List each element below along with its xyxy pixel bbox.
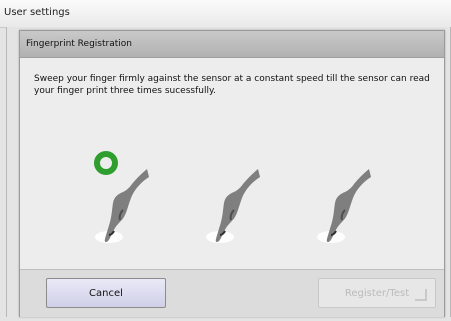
instruction-text: Sweep your finger firmly against the sen… [34, 74, 430, 96]
register-test-button: Register/Test [318, 278, 436, 308]
dialog-header: Fingerprint Registration [20, 31, 444, 58]
dialog-footer: Cancel Register/Test [20, 269, 444, 317]
window-title: User settings [4, 7, 70, 18]
cancel-button[interactable]: Cancel [46, 278, 166, 308]
fingerprint-dialog: Fingerprint Registration Sweep your fing… [19, 30, 445, 317]
scan-step-2 [192, 149, 272, 264]
finger-swipe-icon [317, 169, 371, 243]
dialog-title: Fingerprint Registration [26, 39, 132, 49]
scan-step-1 [81, 149, 161, 264]
check-circle-icon [94, 151, 118, 175]
scan-step-3 [303, 149, 383, 264]
finger-swipe-icon [94, 151, 149, 243]
finger-swipe-icon [206, 169, 260, 243]
window-titlebar: User settings [0, 0, 451, 28]
resize-grip-icon [415, 289, 427, 301]
register-test-label: Register/Test [344, 287, 410, 299]
